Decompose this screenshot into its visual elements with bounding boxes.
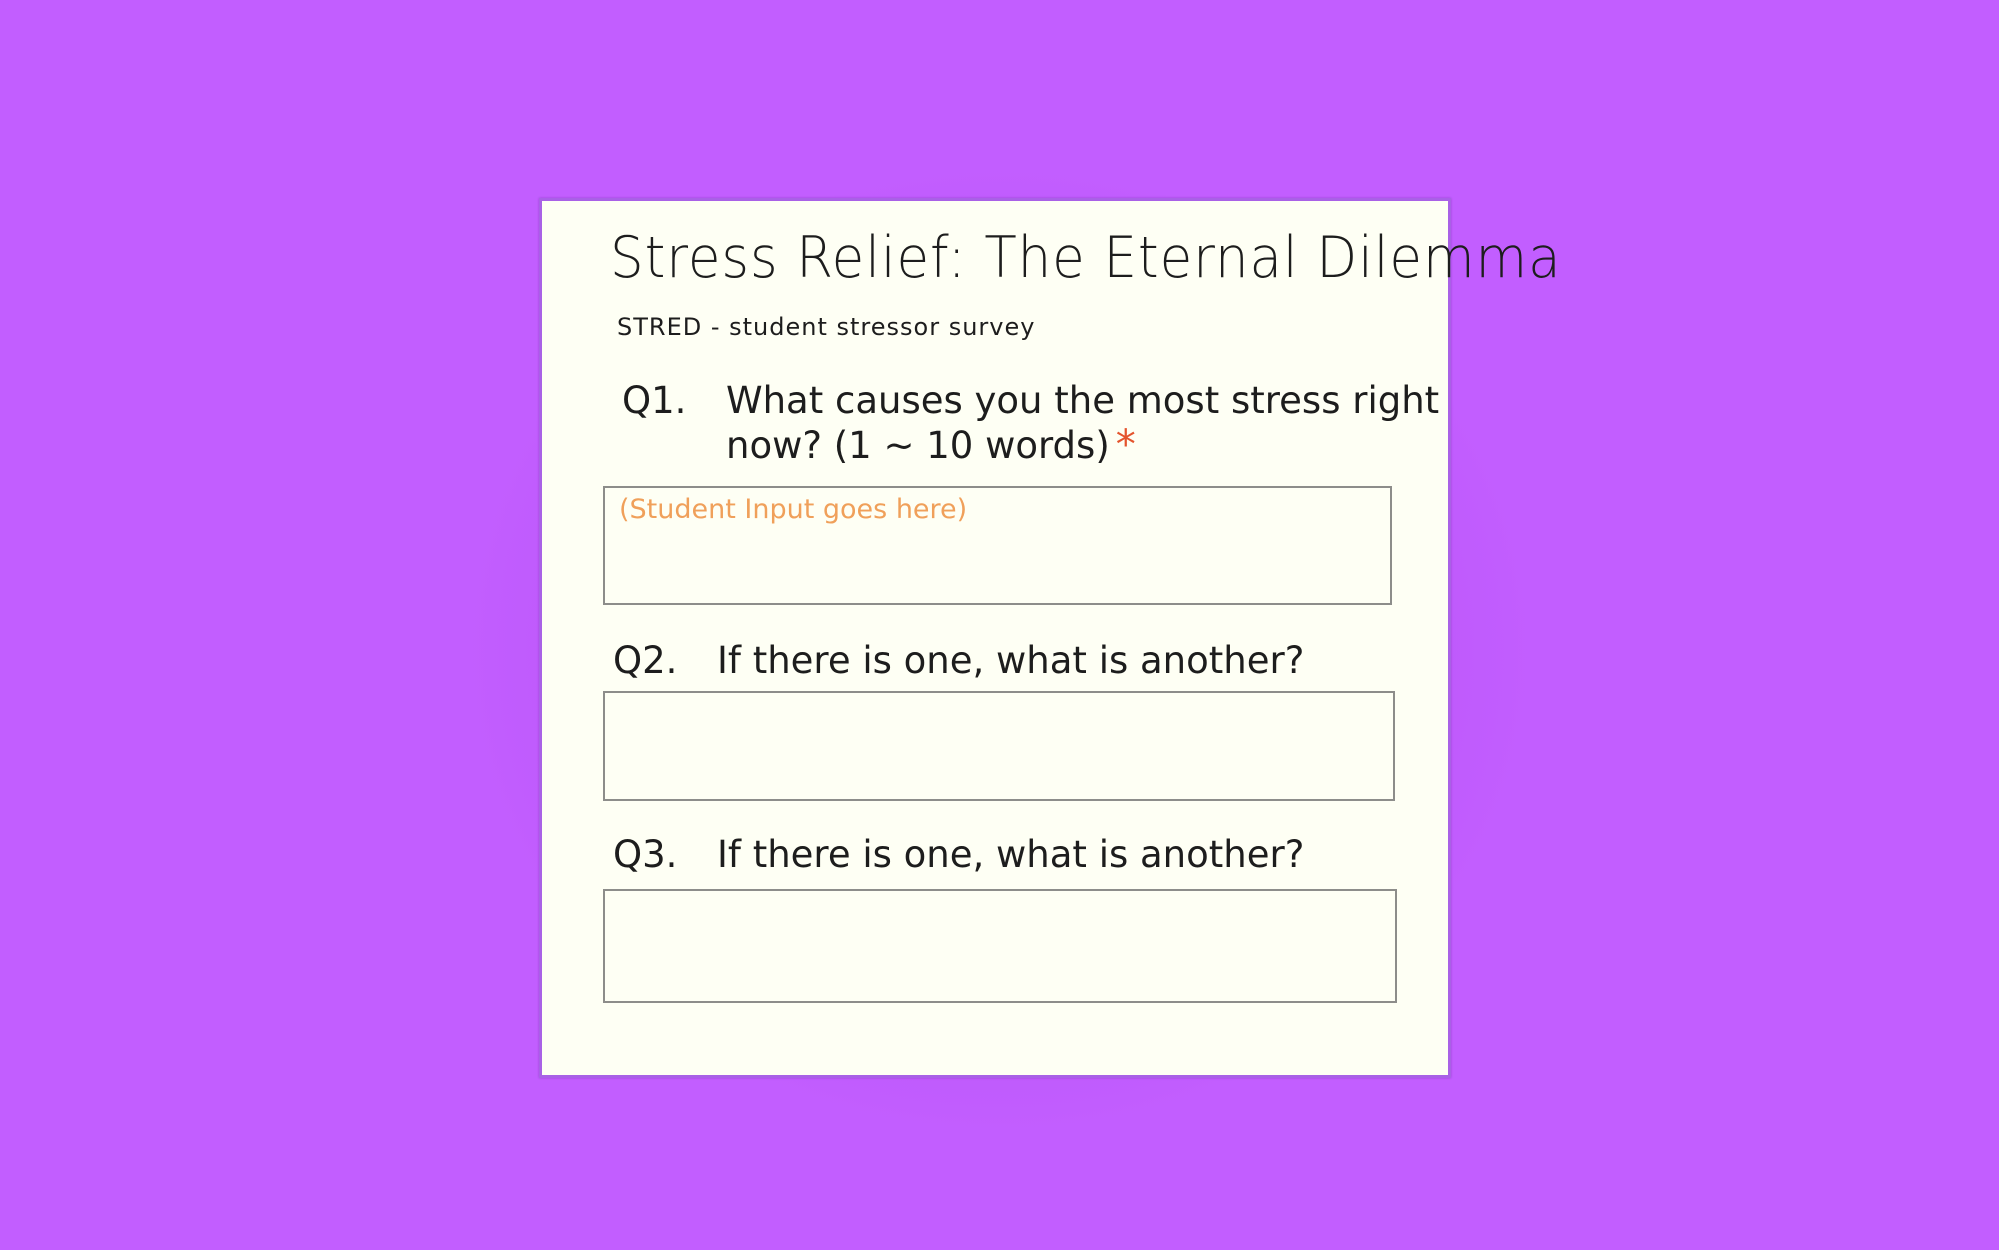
question-1-answer-input[interactable] (603, 486, 1392, 605)
question-2-number: Q2. (613, 639, 678, 682)
question-2-answer-input[interactable] (603, 691, 1395, 801)
required-asterisk-icon: * (1115, 422, 1136, 468)
question-2-text: If there is one, what is another? (717, 639, 1305, 682)
page-background: Stress Relief: The Eternal Dilemma STRED… (0, 0, 1999, 1250)
question-3-text: If there is one, what is another? (717, 833, 1305, 876)
survey-subtitle: STRED - student stressor survey (617, 313, 1036, 341)
question-1-label-continued: now? (1 ~ 10 words) * (726, 423, 1136, 468)
question-1-number: Q1. (622, 379, 687, 422)
question-1-text-line1: What causes you the most stress right (726, 379, 1440, 422)
question-1-text-line2: now? (1 ~ 10 words) (726, 424, 1110, 467)
question-3-label: Q3. If there is one, what is another? (613, 833, 1304, 877)
question-1-label: Q1. What causes you the most stress right (622, 379, 1439, 423)
question-3-answer-input[interactable] (603, 889, 1397, 1003)
question-2-label: Q2. If there is one, what is another? (613, 639, 1304, 683)
survey-card: Stress Relief: The Eternal Dilemma STRED… (539, 198, 1561, 1078)
question-3-number: Q3. (613, 833, 678, 876)
survey-title: Stress Relief: The Eternal Dilemma (610, 225, 1562, 291)
